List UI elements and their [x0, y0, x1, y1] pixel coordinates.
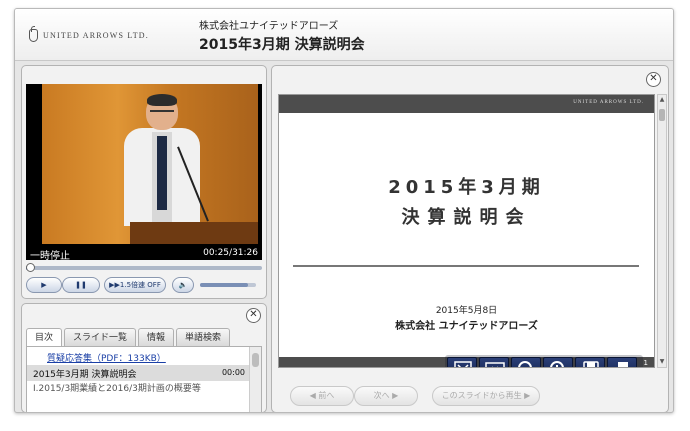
print-icon	[618, 362, 628, 367]
slide-top-bar: UNITED ARROWS LTD.	[279, 95, 654, 113]
speaker-tie	[157, 136, 167, 210]
print-button[interactable]	[607, 357, 637, 367]
close-icon[interactable]: ✕	[246, 308, 261, 323]
volume-slider-fill	[200, 283, 248, 287]
list-item-time: 00:00	[221, 368, 245, 377]
header: UNITED ARROWS LTD. 株式会社ユナイテッドアローズ 2015年3…	[15, 9, 673, 61]
slide-title: 2015年3月期	[388, 177, 545, 198]
fit-width-button[interactable]	[479, 357, 509, 367]
video-frame	[42, 84, 258, 244]
speaker-hair	[147, 94, 177, 106]
logo-mark-icon	[29, 26, 38, 42]
slide-scrollbar[interactable]: ▲ ▼	[657, 94, 667, 368]
zoom-in-button[interactable]	[543, 357, 573, 367]
speaker-icon: 🔈	[178, 281, 188, 289]
slide-date: 2015年5月8日	[435, 306, 498, 316]
list-item[interactable]: 2015年3月期 決算説明会 00:00	[27, 365, 249, 381]
close-icon[interactable]: ✕	[646, 72, 661, 87]
speaker-figure	[112, 94, 210, 226]
toc-scrollbar[interactable]	[249, 347, 261, 412]
prev-slide-button[interactable]: ◀ 前へ	[290, 386, 354, 406]
slide-panel: ✕ UNITED ARROWS LTD. 2015年3月期 決算説明会 2015…	[271, 65, 669, 412]
podium	[130, 222, 258, 244]
save-button[interactable]	[575, 357, 605, 367]
zoom-in-icon	[550, 361, 564, 367]
toc-panel: ✕ 目次 スライド一覧 情報 単語検索 質疑応答集（PDF：133KB） 201…	[21, 303, 267, 412]
volume-button[interactable]: 🔈	[172, 277, 194, 293]
seek-knob[interactable]	[26, 263, 35, 272]
playback-status: 一時停止	[30, 251, 70, 260]
list-item-title: 2015年3月期 決算説明会	[33, 370, 137, 380]
zoom-out-button[interactable]	[511, 357, 541, 367]
speaker-glasses	[150, 110, 174, 115]
event-title: 2015年3月期 決算説明会	[199, 37, 365, 53]
play-from-slide-button[interactable]: このスライドから再生 ▶	[432, 386, 540, 406]
scroll-up-icon[interactable]: ▲	[658, 96, 666, 104]
slide-page-number: 1	[643, 359, 648, 367]
slide-toolbar	[445, 355, 643, 367]
next-slide-button[interactable]: 次へ ▶	[354, 386, 418, 406]
playback-time: 00:25/31:26	[203, 248, 258, 258]
qa-pdf-link[interactable]: 質疑応答集（PDF：133KB）	[47, 351, 166, 364]
slide-subtitle: 決算説明会	[401, 207, 532, 228]
fit-screen-icon	[454, 361, 472, 367]
scroll-down-icon[interactable]: ▼	[658, 358, 666, 366]
tab-info[interactable]: 情報	[138, 328, 175, 346]
video-panel: 一時停止 00:25/31:26 ▶ ❚❚ ▶▶1.5倍速 OFF 🔈	[21, 65, 267, 299]
toc-scroll-thumb[interactable]	[252, 353, 259, 367]
zoom-out-icon	[518, 361, 532, 367]
speed-toggle-button[interactable]: ▶▶1.5倍速 OFF	[104, 277, 166, 293]
pause-button[interactable]: ❚❚	[62, 277, 100, 293]
list-item[interactable]: Ⅰ.2015/3期業績と2016/3期計画の概要等	[33, 384, 213, 395]
toc-tabs: 目次 スライド一覧 情報 単語検索	[26, 328, 231, 346]
play-button[interactable]: ▶	[26, 277, 62, 293]
logo-text: UNITED ARROWS LTD.	[43, 31, 149, 40]
fit-screen-button[interactable]	[447, 357, 477, 367]
slide-logo: UNITED ARROWS LTD.	[573, 100, 644, 105]
slide-scroll-thumb[interactable]	[659, 109, 665, 121]
logo: UNITED ARROWS LTD.	[29, 26, 149, 42]
play-icon: ▶	[41, 281, 47, 289]
tab-contents[interactable]: 目次	[26, 328, 63, 346]
tab-slide-list[interactable]: スライド一覧	[64, 328, 137, 346]
toc-list: 質疑応答集（PDF：133KB） 2015年3月期 決算説明会 00:00 Ⅰ.…	[26, 346, 262, 412]
video-player[interactable]: 一時停止 00:25/31:26	[26, 84, 262, 260]
slide-view: UNITED ARROWS LTD. 2015年3月期 決算説明会 2015年5…	[278, 94, 655, 368]
fit-width-icon	[485, 362, 505, 367]
save-icon	[583, 361, 599, 367]
pause-icon: ❚❚	[75, 281, 87, 289]
app-window: UNITED ARROWS LTD. 株式会社ユナイテッドアローズ 2015年3…	[14, 8, 674, 413]
volume-slider[interactable]	[200, 283, 256, 287]
seek-bar[interactable]	[26, 263, 262, 272]
tab-word-search[interactable]: 単語検索	[176, 328, 231, 346]
company-name: 株式会社ユナイテッドアローズ	[199, 21, 339, 32]
slide-divider	[293, 265, 639, 267]
slide-company: 株式会社 ユナイテッドアローズ	[395, 321, 538, 332]
